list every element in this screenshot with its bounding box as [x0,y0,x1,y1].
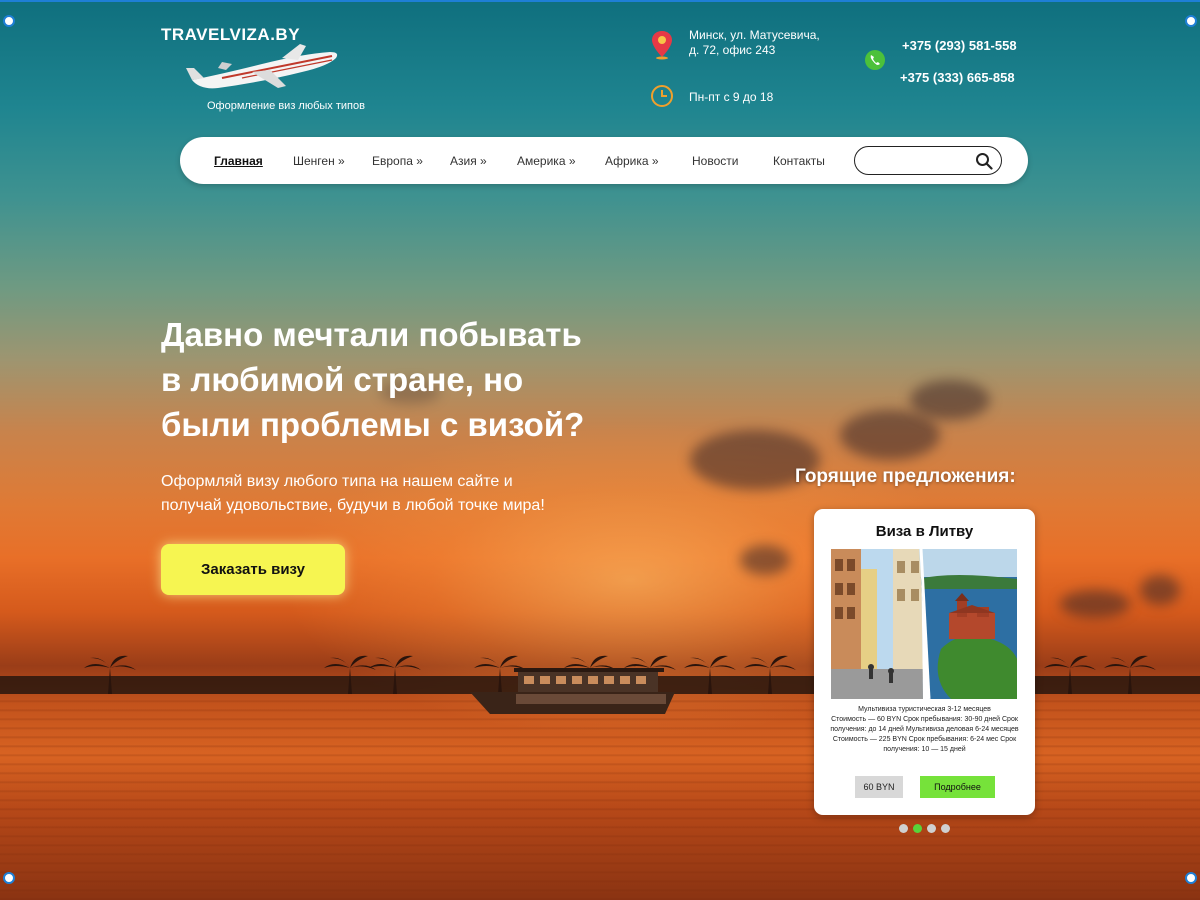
offer-description-line: Мультивиза туристическая 3-12 месяцев [858,706,991,713]
offer-description-line: Стоимость — 225 BYN Срок пребывания: 6-2… [832,736,1017,743]
palm-tree-silhouette [84,655,136,694]
resize-handle[interactable] [3,15,15,27]
background-cloud [910,380,990,420]
nav-item-contacts[interactable]: Контакты [773,154,825,168]
office-address: Минск, ул. Матусевича, д. 72, офис 243 [689,28,829,58]
hero-title-line: были проблемы с визой? [161,406,585,443]
nav-item-home[interactable]: Главная [214,154,263,168]
palm-tree-silhouette [684,655,736,694]
search-input[interactable] [865,151,965,170]
nav-item-africa[interactable]: Африка » [605,154,659,168]
carousel-dot-active[interactable] [913,824,922,833]
background-cloud [1140,575,1180,605]
location-pin-icon [652,31,672,60]
background-cloud [740,545,790,575]
carousel-dot[interactable] [927,824,936,833]
hero-subtitle: Оформляй визу любого типа на нашем сайте… [161,470,601,518]
nav-item-america[interactable]: Америка » [517,154,576,168]
hero-title-line: Давно мечтали побывать [161,316,582,353]
order-visa-button[interactable]: Заказать визу [161,544,345,595]
working-hours: Пн-пт с 9 до 18 [689,90,774,104]
offer-price: 60 BYN [855,776,903,798]
more-details-button[interactable]: Подробнее [920,776,995,798]
hero-subtitle-line: Оформляй визу любого типа на нашем сайте… [161,473,513,490]
offer-card: Виза в Литву Мультивиза туристическая 3-… [814,509,1035,815]
address-line: д. 72, офис 243 [689,43,776,57]
palm-tree-silhouette [369,655,421,694]
palm-tree-silhouette [1044,655,1096,694]
offer-description-line: получения: до 14 дней Мультивиза деловая… [830,726,1019,733]
palm-tree-silhouette [744,655,796,694]
nav-item-asia[interactable]: Азия » [450,154,487,168]
clock-icon [651,85,673,107]
search-box [854,146,1002,175]
nav-item-schengen[interactable]: Шенген » [293,154,345,168]
carousel-dot[interactable] [941,824,950,833]
selection-frame-top [0,0,1200,2]
background-cloud [1060,590,1130,618]
offer-description-line: получения: 10 — 15 дней [883,746,966,753]
nav-item-europe[interactable]: Европа » [372,154,423,168]
palm-tree-silhouette [1104,655,1156,694]
resize-handle[interactable] [3,872,15,884]
offer-card-title: Виза в Литву [875,523,974,540]
hero-title-line: в любимой стране, но [161,361,524,398]
search-icon[interactable] [975,152,993,170]
hero-title: Давно мечтали побывать в любимой стране,… [161,312,611,447]
offer-description-line: Стоимость — 60 BYN Срок пребывания: 30-9… [831,716,1018,723]
resize-handle[interactable] [1185,872,1197,884]
lithuania-photo [831,549,1017,699]
airplane-icon [186,44,338,89]
site-tagline: Оформление виз любых типов [207,100,365,112]
resize-handle[interactable] [1185,15,1197,27]
address-line: Минск, ул. Матусевича, [689,28,820,42]
nav-item-news[interactable]: Новости [692,154,738,168]
hot-offers-heading: Горящие предложения: [795,466,1016,487]
background-cloud [840,410,940,460]
offer-description: Мультивиза туристическая 3-12 месяцев Ст… [822,705,1027,755]
hero-subtitle-line: получай удовольствие, будучи в любой точ… [161,497,545,514]
carousel-dot[interactable] [899,824,908,833]
boat-silhouette [470,668,675,714]
phone-icon [865,50,885,70]
phone-number[interactable]: +375 (333) 665-858 [900,70,1015,85]
main-navigation: Главная Шенген » Европа » Азия » Америка… [180,137,1028,184]
phone-number[interactable]: +375 (293) 581-558 [902,38,1017,53]
